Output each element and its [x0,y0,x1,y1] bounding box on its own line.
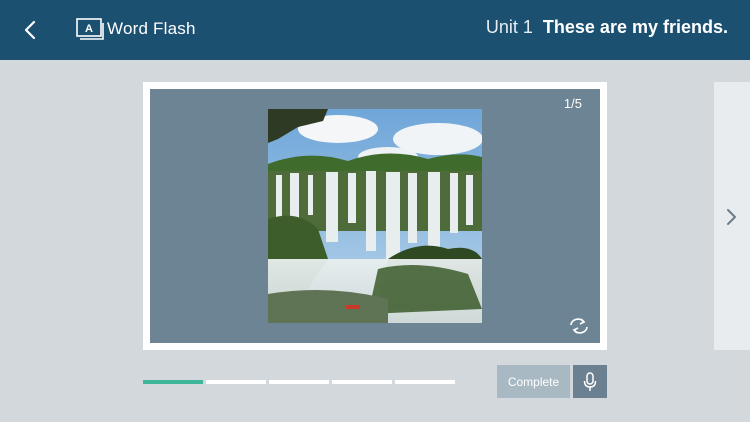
flip-arrows-icon [570,318,588,334]
word-flash-icon: A [76,18,104,40]
card-counter: 1/5 [563,96,582,111]
complete-button[interactable]: Complete [497,365,570,398]
progress-segment [395,380,455,384]
card-image [268,109,482,323]
app-title: Word Flash [107,19,196,38]
flash-card[interactable]: 1/5 [150,89,600,343]
top-bar: A Word Flash Unit 1 These are my friends. [0,0,750,60]
progress-segment [269,380,329,384]
flip-card-button[interactable] [568,317,590,335]
progress-segment [143,380,203,384]
progress-segment [332,380,392,384]
progress-bar [143,380,455,384]
unit-label: Unit 1 [485,17,533,37]
svg-text:A: A [85,23,93,35]
unit-heading: Unit 1 These are my friends. [486,17,728,38]
waterfall-image [268,109,482,323]
chevron-right-icon [727,209,736,225]
microphone-icon [583,371,597,391]
unit-title: These are my friends. [542,17,728,37]
back-button[interactable] [16,16,44,44]
next-card-button[interactable] [714,82,750,350]
progress-segment [206,380,266,384]
chevron-left-icon [24,20,36,40]
microphone-button[interactable] [573,365,607,398]
